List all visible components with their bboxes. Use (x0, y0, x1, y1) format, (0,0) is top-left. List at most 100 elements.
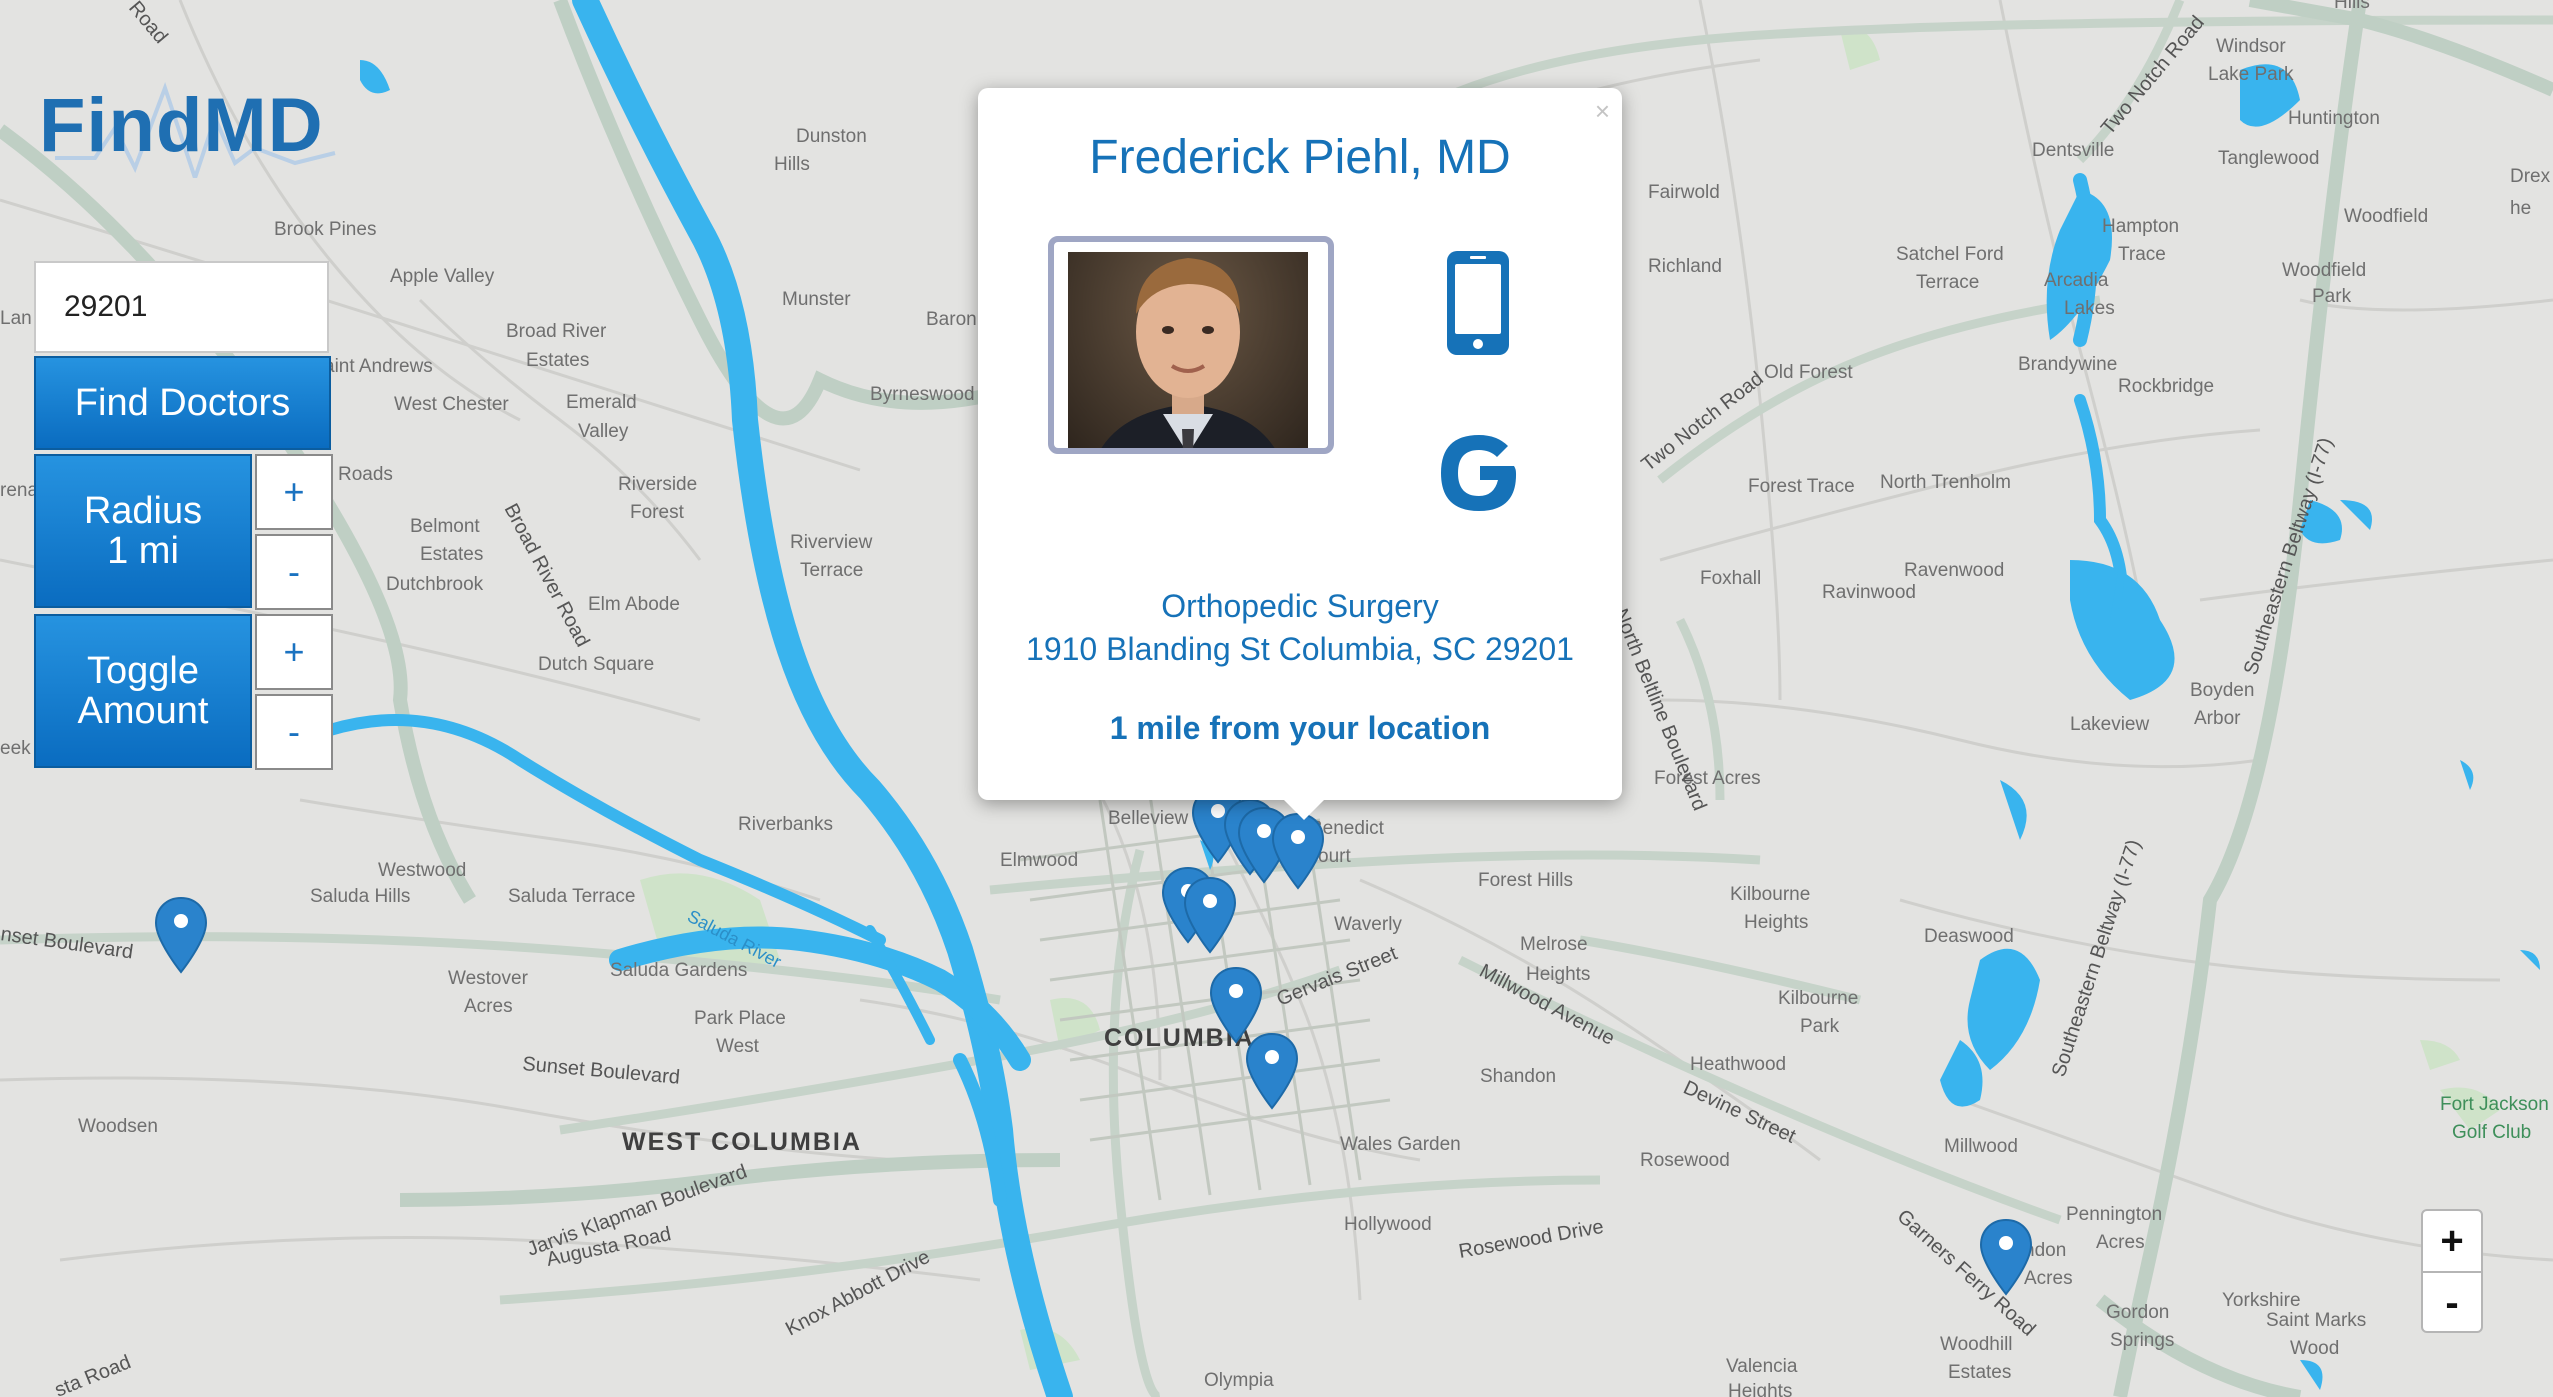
label-boyden: Boyden (2190, 680, 2254, 701)
label-broad-river-estates-2: Estates (526, 350, 589, 371)
label-hollywood: Hollywood (1344, 1214, 1432, 1235)
label-rockbridge: Rockbridge (2118, 376, 2214, 397)
find-doctors-button[interactable]: Find Doctors (34, 356, 331, 450)
doctor-address: 1910 Blanding St Columbia, SC 29201 (1026, 631, 1574, 667)
label-woodfield-park: Woodfield (2282, 260, 2366, 281)
label-richland: Richland (1648, 256, 1722, 277)
label-fort-jackson-golf: Golf Club (2452, 1122, 2531, 1143)
zoom-out-button[interactable]: - (2423, 1273, 2481, 1333)
label-ravinwood: Ravinwood (1822, 582, 1916, 603)
doctor-distance: 1 mile from your location (1109, 710, 1491, 746)
label-he: he (2510, 198, 2531, 219)
label-munster: Munster (782, 289, 851, 310)
toggle-label-1: Toggle (87, 650, 199, 692)
label-apple-valley: Apple Valley (390, 266, 495, 287)
doctor-marker-pin[interactable] (1978, 1218, 2034, 1296)
label-forest-acres: Forest Acres (1654, 768, 1761, 789)
label-belmont-estates: Estates (420, 544, 483, 565)
label-woodfield-park-2: Park (2312, 286, 2352, 307)
minus-label: - (288, 711, 300, 752)
label-hampton-trace: Trace (2118, 244, 2166, 265)
label-riverbanks: Riverbanks (738, 814, 833, 835)
label-woodsen: Woodsen (78, 1116, 158, 1137)
label-drex: Drex (2510, 166, 2551, 187)
radius-decrease-button[interactable]: - (255, 534, 333, 610)
label-shandon: Shandon (1480, 1066, 1556, 1087)
label-kilbourne: Kilbourne (1778, 988, 1858, 1009)
label-saint-andrews: aint Andrews (324, 356, 433, 377)
plus-label: + (283, 471, 305, 512)
label-riverside-forest: Forest (630, 502, 685, 523)
radius-increase-button[interactable]: + (255, 454, 333, 530)
label-hills-top: Hills (2334, 0, 2370, 13)
label-rosewood: Rosewood (1640, 1150, 1730, 1171)
label-dunston-hills: Hills (774, 154, 810, 175)
label-saluda-gardens: Saluda Gardens (610, 960, 747, 981)
doctor-marker-pin[interactable] (1270, 812, 1326, 890)
label-waverly: Waverly (1334, 914, 1402, 935)
label-olympia: Olympia (1204, 1370, 1274, 1391)
label-old-forest: Old Forest (1764, 362, 1853, 383)
label-fairwold: Fairwold (1648, 182, 1720, 203)
plus-label: + (283, 631, 305, 672)
label-riverside: Riverside (618, 474, 697, 495)
findmd-logo: FindMD (35, 68, 355, 188)
find-doctors-label: Find Doctors (74, 382, 291, 424)
label-saint-marks: Saint Marks (2266, 1310, 2366, 1331)
label-emerald: Emerald (566, 392, 637, 413)
label-brook-pines: Brook Pines (274, 219, 376, 240)
label-rena: rena (0, 480, 38, 501)
doctor-portrait (1068, 252, 1308, 448)
zoom-in-button[interactable]: + (2423, 1211, 2481, 1273)
label-roads: Roads (338, 464, 393, 485)
phone-icon[interactable] (1444, 248, 1512, 358)
label-valencia-heights: Heights (1728, 1381, 1792, 1397)
close-icon[interactable]: × (1595, 96, 1610, 127)
label-tanglewood: Tanglewood (2218, 148, 2319, 169)
label-gordon: Gordon (2106, 1302, 2169, 1323)
label-woodhill-estates: Estates (1948, 1362, 2011, 1383)
toggle-increase-button[interactable]: + (255, 614, 333, 690)
label-heathwood: Heathwood (1690, 1054, 1786, 1075)
label-windsor-lake-park: Lake Park (2208, 64, 2294, 85)
label-park-place: Park Place (694, 1008, 786, 1029)
toggle-amount-display: Toggle Amount (34, 614, 252, 768)
doctor-photo (1048, 236, 1334, 454)
google-icon[interactable] (1434, 428, 1524, 518)
label-belleview: Belleview (1108, 808, 1189, 829)
label-emerald-valley: Valley (578, 421, 629, 442)
doctor-marker-pin[interactable] (1182, 876, 1238, 954)
label-saluda-terrace: Saluda Terrace (508, 886, 635, 907)
label-gordon-springs: Springs (2110, 1330, 2174, 1351)
label-westover: Westover (448, 968, 529, 989)
toggle-decrease-button[interactable]: - (255, 694, 333, 770)
label-kilbourne-park: Park (1800, 1016, 1840, 1037)
label-arcadia-lakes: Lakes (2064, 298, 2115, 319)
label-melrose-heights: Heights (1526, 964, 1590, 985)
label-pennington-acres: Acres (2096, 1232, 2145, 1253)
radius-label: Radius (83, 490, 203, 532)
label-forest-trace: Forest Trace (1748, 476, 1855, 497)
radius-value: 1 mi (107, 530, 179, 572)
zip-code-input[interactable] (34, 261, 329, 353)
label-dutch-square: Dutch Square (538, 654, 654, 675)
label-elmwood: Elmwood (1000, 850, 1078, 871)
label-windsor: Windsor (2216, 36, 2286, 57)
doctor-marker-pin[interactable] (1244, 1032, 1300, 1110)
label-west-columbia: WEST COLUMBIA (622, 1128, 862, 1156)
label-lan: Lan (0, 308, 32, 329)
label-eek: eek (0, 738, 31, 759)
label-melrose: Melrose (1520, 934, 1588, 955)
zoom-control: + - (2421, 1209, 2483, 1333)
label-kilbourne-h: Kilbourne (1730, 884, 1810, 905)
label-wales-garden: Wales Garden (1340, 1134, 1461, 1155)
label-lakeview: Lakeview (2070, 714, 2149, 735)
label-park-place-west: West (716, 1036, 760, 1057)
minus-label: - (288, 551, 300, 592)
label-dentsville: Dentsville (2032, 140, 2114, 161)
label-huntington: Huntington (2288, 108, 2380, 129)
label-kilbourne-heights: Heights (1744, 912, 1808, 933)
doctor-marker-pin[interactable] (153, 896, 209, 974)
label-west-chester: West Chester (394, 394, 509, 415)
label-riverview-terrace: Terrace (800, 560, 863, 581)
